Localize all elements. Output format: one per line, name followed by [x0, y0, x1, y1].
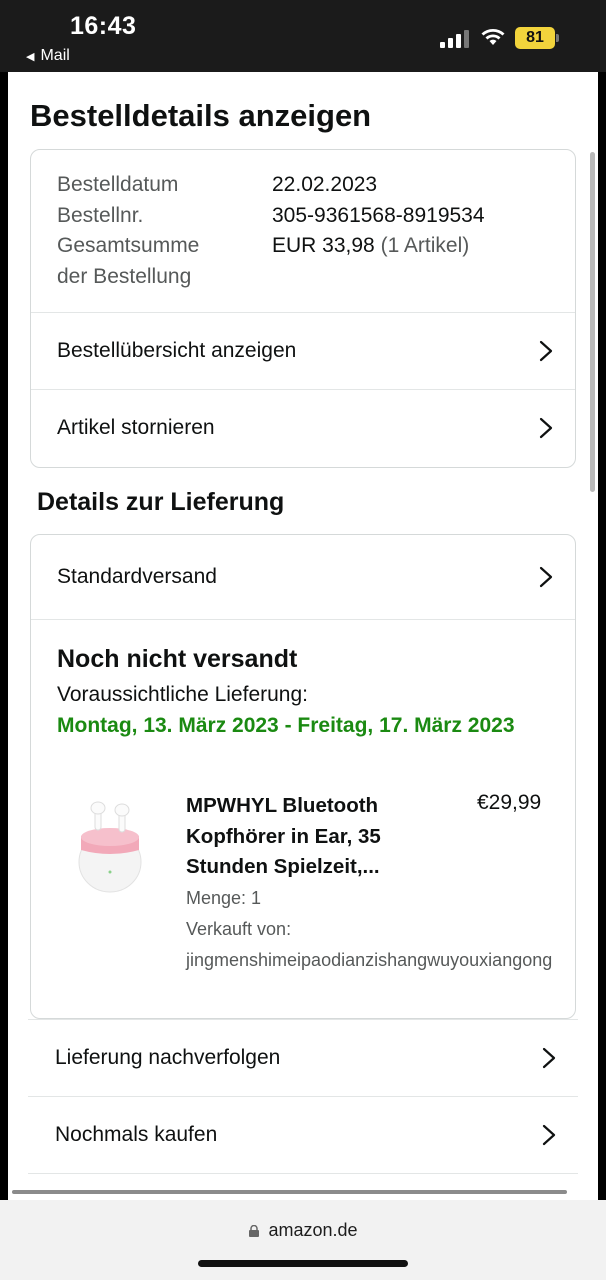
- shipment-status: Noch nicht versandt: [57, 645, 298, 673]
- product-title-link[interactable]: MPWHYL Bluetooth Kopfhörer in Ear, 35 St…: [186, 791, 426, 883]
- web-page: Bestelldetails anzeigen Bestelldatum 22.…: [8, 72, 598, 1200]
- order-item-count: (1 Artikel): [380, 234, 470, 257]
- track-package-label: Lieferung nachverfolgen: [55, 1046, 281, 1069]
- battery-tip: [556, 34, 559, 42]
- cellular-signal-icon: [440, 30, 470, 48]
- delivery-section-title: Details zur Lieferung: [37, 488, 285, 516]
- seller-name: jingmenshimeipaodianzishangwuyouxiangong: [186, 950, 553, 970]
- wifi-icon: [481, 29, 505, 45]
- url-display[interactable]: amazon.de: [0, 1220, 606, 1241]
- order-total-label-line2: der Bestellung: [57, 264, 192, 288]
- back-triangle-icon: ◀: [26, 50, 35, 63]
- track-package-link[interactable]: Lieferung nachverfolgen: [28, 1019, 578, 1096]
- eta-value: Montag, 13. März 2023 - Freitag, 17. Mär…: [57, 714, 515, 737]
- scrollbar[interactable]: [590, 152, 595, 492]
- delivery-card: Standardversand Noch nicht versandt Vora…: [30, 534, 576, 1019]
- order-number-value: 305-9361568-8919534: [272, 203, 485, 227]
- sold-by-label: Verkauft von:: [186, 919, 292, 939]
- url-text: amazon.de: [268, 1220, 358, 1240]
- order-total-label: Gesamtsumme der Bestellung: [57, 231, 272, 292]
- cancel-items-link[interactable]: Artikel stornieren: [31, 389, 575, 466]
- order-total-value: EUR 33,98 (1 Artikel): [272, 231, 469, 292]
- eta-label: Voraussichtliche Lieferung:: [57, 683, 308, 706]
- back-to-app-button[interactable]: ◀ Mail: [26, 47, 70, 65]
- order-summary: Bestelldatum 22.02.2023 Bestellnr. 305-9…: [57, 170, 567, 292]
- view-order-summary-label: Bestellübersicht anzeigen: [57, 339, 297, 362]
- clock: 16:43: [70, 12, 137, 40]
- order-number-row: Bestellnr. 305-9361568-8919534: [57, 201, 567, 232]
- order-total-amount: EUR 33,98: [272, 234, 375, 257]
- chevron-right-icon: [539, 340, 553, 362]
- buy-again-link[interactable]: Nochmals kaufen: [28, 1096, 578, 1173]
- product-image[interactable]: [73, 790, 148, 895]
- order-number-label: Bestellnr.: [57, 203, 144, 227]
- cancel-items-label: Artikel stornieren: [57, 416, 215, 439]
- order-total-row: Gesamtsumme der Bestellung EUR 33,98 (1 …: [57, 231, 567, 292]
- divider: [31, 619, 575, 620]
- order-date-label: Bestelldatum: [57, 173, 179, 196]
- chevron-right-icon: [542, 1047, 556, 1069]
- order-total-label-line1: Gesamtsumme: [57, 234, 200, 257]
- product-quantity: Menge: 1: [186, 888, 262, 908]
- order-date-value: 22.02.2023: [272, 173, 378, 196]
- shipping-method-label: Standardversand: [57, 565, 217, 588]
- chevron-right-icon: [539, 417, 553, 439]
- page-title: Bestelldetails anzeigen: [30, 98, 372, 133]
- product-price: €29,99: [477, 791, 542, 814]
- view-order-summary-link[interactable]: Bestellübersicht anzeigen: [31, 312, 575, 389]
- status-bar: 16:43 ◀ Mail 81: [0, 0, 606, 72]
- chevron-right-icon: [539, 566, 553, 588]
- browser-address-bar[interactable]: amazon.de: [0, 1190, 606, 1280]
- battery-indicator: 81: [515, 27, 555, 49]
- next-list-row[interactable]: [28, 1173, 578, 1200]
- lock-icon: [249, 1225, 260, 1237]
- order-summary-card: Bestelldatum 22.02.2023 Bestellnr. 305-9…: [30, 149, 576, 468]
- product-meta: Menge: 1 Verkauft von: jingmenshimeipaod…: [186, 883, 552, 976]
- buy-again-label: Nochmals kaufen: [55, 1123, 218, 1146]
- order-date-row: Bestelldatum 22.02.2023: [57, 170, 567, 201]
- chevron-right-icon: [542, 1124, 556, 1146]
- toolbar-divider: [12, 1190, 567, 1194]
- home-indicator[interactable]: [198, 1260, 408, 1267]
- shipping-method-link[interactable]: Standardversand: [31, 535, 575, 619]
- back-app-label: Mail: [40, 47, 70, 64]
